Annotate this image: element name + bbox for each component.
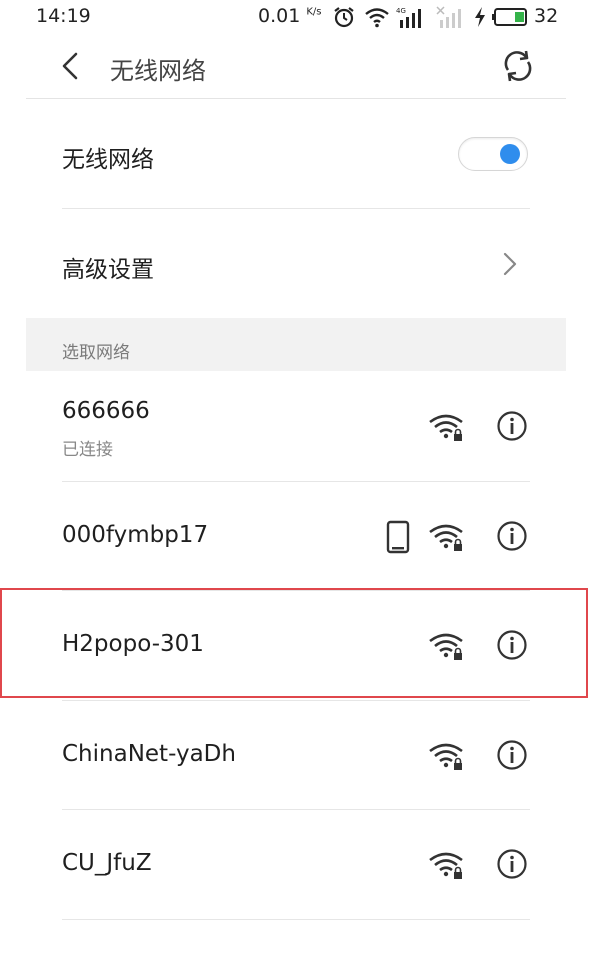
battery-level: 32 (534, 5, 559, 27)
section-label: 选取网络 (62, 343, 130, 363)
network-speed: 0.01 K/s (258, 5, 322, 27)
network-speed-unit: K/s (306, 6, 322, 18)
network-name: 000fymbp17 (62, 521, 209, 548)
network-name: 666666 (62, 398, 150, 424)
wifi-icon (365, 8, 389, 28)
svg-text:4G: 4G (396, 7, 406, 15)
status-bar: 14:19 0.01 K/s 4G 32 (0, 0, 590, 34)
info-icon[interactable] (496, 520, 528, 552)
wifi-lock-icon (429, 743, 463, 770)
chevron-left-icon[interactable] (56, 50, 86, 82)
network-name: CU_JfuZ (62, 850, 152, 876)
wifi-toggle-label: 无线网络 (62, 147, 154, 173)
charging-icon (475, 7, 485, 27)
wifi-lock-icon (429, 852, 463, 879)
header-divider (26, 98, 566, 99)
info-icon[interactable] (496, 410, 528, 442)
network-speed-value: 0.01 (258, 5, 301, 27)
signal-4g-icon: 4G (396, 7, 421, 28)
status-time: 14:19 (36, 5, 91, 27)
battery-icon (492, 8, 527, 26)
wifi-lock-icon (429, 414, 463, 441)
alarm-icon (334, 7, 354, 28)
info-icon[interactable] (496, 739, 528, 771)
row-divider (62, 208, 530, 209)
chevron-right-icon (503, 252, 517, 276)
page-title: 无线网络 (110, 57, 206, 85)
network-status: 已连接 (62, 440, 113, 460)
wifi-toggle-switch[interactable] (458, 137, 528, 171)
row-divider (62, 918, 530, 920)
advanced-settings-label: 高级设置 (62, 257, 154, 283)
highlight-box (0, 588, 588, 698)
info-icon[interactable] (496, 848, 528, 880)
refresh-icon[interactable] (500, 48, 536, 84)
toggle-knob (500, 144, 520, 164)
signal-empty-icon (436, 6, 461, 28)
phone-hotspot-icon (386, 520, 410, 553)
network-name: ChinaNet-yaDh (62, 740, 236, 767)
wifi-lock-icon (429, 524, 463, 551)
